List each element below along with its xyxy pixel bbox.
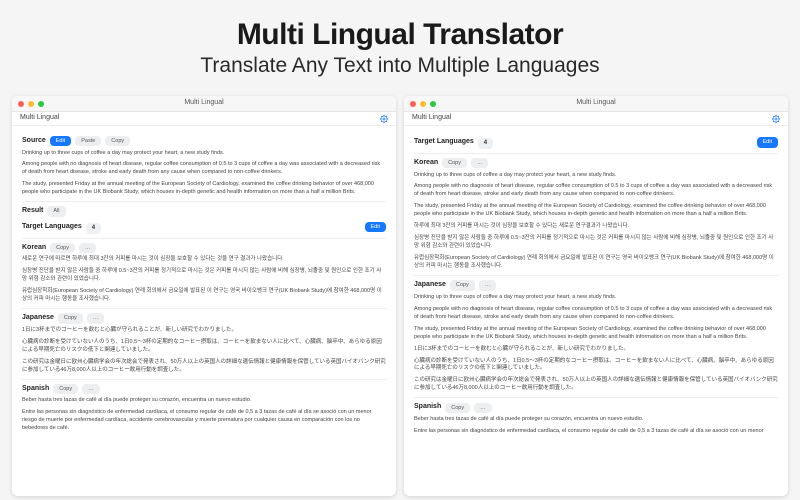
translation-paragraph: Among people with no diagnosis of heart … (414, 183, 778, 199)
edit-button[interactable]: Edit (50, 136, 71, 146)
more-button[interactable]: … (79, 243, 97, 253)
result-label: Result (22, 206, 43, 217)
hero-title: Multi Lingual Translator (0, 18, 800, 52)
toolbar-title: Multi Lingual (20, 113, 59, 124)
translation-paragraph: Entre las personas sin diagnóstico de en… (414, 428, 778, 436)
source-label: Source (22, 136, 46, 147)
translation-paragraph: 하루에 최대 3잔의 커피를 마시는 것이 심장을 보호할 수 있다는 새로운 … (414, 223, 778, 231)
translation-paragraph: 1日に3杯までのコーヒーを飲むと心臓が守られることが、新しい研究でわかりました。 (22, 327, 386, 335)
lang-name: Korean (22, 243, 46, 254)
translation-paragraph: 심장병 진단을 받지 않은 사람들 중 하루에 0.5~3잔의 커피를 정기적으… (22, 268, 386, 284)
result-filter[interactable]: All (47, 206, 65, 216)
source-paragraph: Drinking up to three cups of coffee a da… (22, 150, 386, 158)
more-button[interactable]: … (474, 403, 492, 413)
source-paragraph: The study, presented Friday at the annua… (22, 181, 386, 197)
translation-paragraph: この研究は金曜日に欧州心臓病学会の年次総会で発表され、50万人以上の英国人の詳細… (22, 359, 386, 375)
translation-paragraph: 유럽심장학회(European Society of Cardiology) 연… (414, 255, 778, 271)
more-button[interactable]: … (479, 280, 497, 290)
copy-button[interactable]: Copy (53, 384, 78, 394)
lang-name: Korean (414, 158, 438, 169)
titlebar[interactable]: Multi Lingual (404, 96, 788, 112)
translation-paragraph: The study, presented Friday at the annua… (414, 203, 778, 219)
more-button[interactable]: … (82, 384, 100, 394)
paste-button[interactable]: Paste (75, 136, 101, 146)
translation-paragraph: 心臓病の診断を受けていない人のうち、1日0.5～3杯の定期的なコーヒー摂取は、コ… (22, 339, 386, 355)
copy-button[interactable]: Copy (50, 243, 75, 253)
lang-name: Spanish (414, 402, 441, 413)
window-title: Multi Lingual (12, 98, 396, 109)
toolbar: Multi Lingual (404, 112, 788, 126)
translation-paragraph: Entre las personas sin diagnóstico de en… (22, 409, 386, 433)
translation-paragraph: Drinking up to three cups of coffee a da… (414, 172, 778, 180)
app-window-left: Multi Lingual Multi Lingual Source Edit … (12, 96, 396, 496)
translation-paragraph: 心臓病の診断を受けていない人のうち、1日0.5～3杯の定期的なコーヒー摂取は、コ… (414, 358, 778, 374)
app-window-right: Multi Lingual Multi Lingual Target Langu… (404, 96, 788, 496)
target-languages-label: Target Languages (414, 137, 474, 148)
translation-paragraph: Drinking up to three cups of coffee a da… (414, 294, 778, 302)
gear-icon[interactable] (380, 115, 388, 123)
lang-name: Japanese (22, 313, 54, 324)
lang-name: Spanish (22, 384, 49, 395)
edit-languages-button[interactable]: Edit (365, 222, 386, 232)
hero-subtitle: Translate Any Text into Multiple Languag… (0, 54, 800, 78)
translation-paragraph: Beber hasta tres tazas de café al día pu… (22, 397, 386, 405)
gear-icon[interactable] (772, 115, 780, 123)
target-languages-label: Target Languages (22, 222, 82, 233)
translation-paragraph: The study, presented Friday at the annua… (414, 326, 778, 342)
lang-name: Japanese (414, 280, 446, 291)
translation-paragraph: 심장병 진단을 받지 않은 사람들 중 하루에 0.5~3잔의 커피를 정기적으… (414, 235, 778, 251)
titlebar[interactable]: Multi Lingual (12, 96, 396, 112)
target-count-badge: 4 (86, 223, 101, 234)
copy-button[interactable]: Copy (105, 136, 130, 146)
translation-paragraph: Among people with no diagnosis of heart … (414, 306, 778, 322)
hero: Multi Lingual Translator Translate Any T… (0, 0, 800, 88)
toolbar: Multi Lingual (12, 112, 396, 126)
translation-paragraph: 새로운 연구에 따르면 하루에 최대 3잔의 커피를 마시는 것이 심장을 보호… (22, 256, 386, 264)
edit-languages-button[interactable]: Edit (757, 137, 778, 147)
copy-button[interactable]: Copy (450, 280, 475, 290)
translation-paragraph: この研究は金曜日に欧州心臓病学会の年次総会で発表され、50万人以上の英国人の詳細… (414, 377, 778, 393)
more-button[interactable]: … (471, 158, 489, 168)
translation-paragraph: Beber hasta tres tazas de café al día pu… (414, 416, 778, 424)
translation-paragraph: 1日に3杯までのコーヒーを飲むと心臓が守られることが、新しい研究でわかりました。 (414, 346, 778, 354)
copy-button[interactable]: Copy (58, 313, 83, 323)
copy-button[interactable]: Copy (442, 158, 467, 168)
toolbar-title: Multi Lingual (412, 113, 451, 124)
source-paragraph: Among people with no diagnosis of heart … (22, 161, 386, 177)
more-button[interactable]: … (87, 313, 105, 323)
copy-button[interactable]: Copy (445, 403, 470, 413)
translation-paragraph: 유럽심장학회(European Society of Cardiology) 연… (22, 288, 386, 304)
window-title: Multi Lingual (404, 98, 788, 109)
target-count-badge: 4 (478, 138, 493, 149)
